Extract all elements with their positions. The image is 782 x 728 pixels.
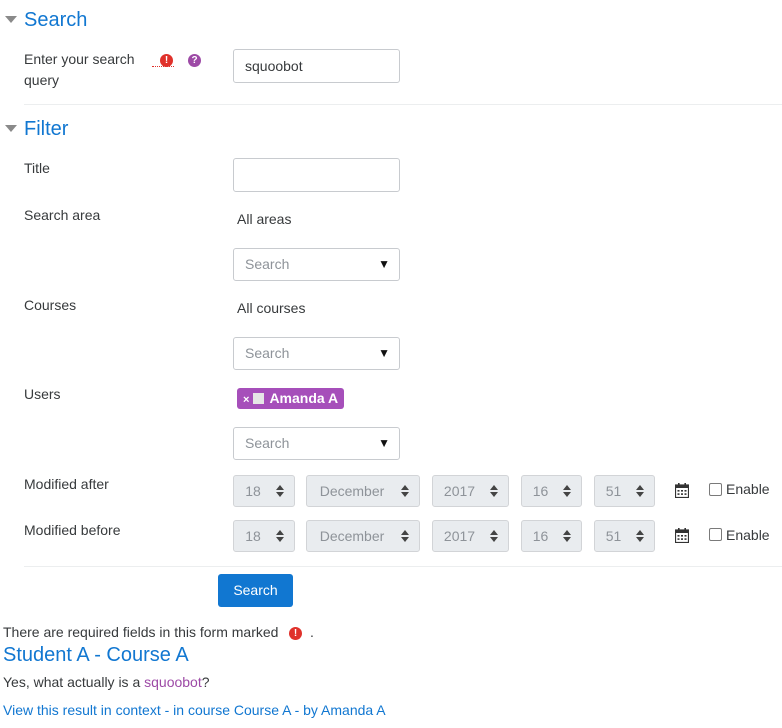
course-link[interactable]: in course Course A [173,702,291,718]
select-value: 16 [532,528,549,544]
search-query-input[interactable]: squoobot [233,49,400,83]
search-section-toggle-icon[interactable] [5,16,17,23]
user-chip-label: Amanda A [269,390,339,406]
result-links: View this result in context - in course … [3,700,386,721]
link-separator: - [290,702,304,718]
select-arrows-icon [490,483,498,499]
users-search-select[interactable]: Search ▼ [233,427,400,460]
calendar-icon[interactable] [675,528,689,543]
search-query-label: Enter your search query [24,51,135,88]
dropdown-arrow-icon[interactable]: ▼ [378,249,390,280]
modified-before-minute-select[interactable]: 51 [594,520,655,552]
modified-after-label: Modified after [24,476,109,492]
select-value: 51 [605,528,622,544]
modified-after-minute-select[interactable]: 51 [594,475,655,507]
modified-before-label: Modified before [24,522,121,538]
select-value: 16 [532,483,549,499]
select-arrows-icon [401,483,409,499]
modified-before-year-select[interactable]: 2017 [432,520,509,552]
select-arrows-icon [276,483,284,499]
remove-chip-icon[interactable]: × [243,394,249,406]
search-area-label: Search area [24,207,101,223]
result-title-link[interactable]: Student A - Course A [3,643,189,667]
select-value: 2017 [443,528,476,544]
required-note-text: There are required fields in this form m… [3,624,279,640]
courses-placeholder: Search [245,345,290,361]
select-arrows-icon [401,528,409,544]
select-value: 18 [245,528,261,544]
snippet-highlight: squoobot [144,674,202,690]
calendar-icon[interactable] [675,483,689,498]
required-icon: ! [289,627,302,640]
required-icon: ! [160,54,173,67]
select-arrows-icon [276,528,284,544]
courses-label: Courses [24,297,77,313]
modified-after-month-select[interactable]: December [306,475,420,507]
help-icon[interactable]: ? [188,54,201,67]
modified-before-hour-select[interactable]: 16 [521,520,582,552]
modified-before-enable-label[interactable]: Enable [726,525,770,546]
author-link[interactable]: by Amanda A [303,702,386,718]
dropdown-arrow-icon[interactable]: ▼ [378,338,390,369]
user-chip[interactable]: × Amanda A [237,388,345,409]
snippet-suffix: ? [201,674,210,690]
modified-after-enable-checkbox[interactable] [709,483,722,496]
select-value: 18 [245,483,261,499]
filter-section-title[interactable]: Filter [24,117,68,141]
modified-after-hour-select[interactable]: 16 [521,475,582,507]
select-value: 51 [605,483,622,499]
link-separator: - [160,702,174,718]
required-note-period: . [310,624,314,640]
modified-after-day-select[interactable]: 18 [233,475,295,507]
modified-after-year-select[interactable]: 2017 [432,475,509,507]
users-placeholder: Search [245,435,290,451]
search-section-title[interactable]: Search [24,8,87,32]
select-value: December [319,483,385,499]
filter-section-toggle-icon[interactable] [5,125,17,132]
select-value: December [319,528,385,544]
select-value: 2017 [443,483,476,499]
select-arrows-icon [490,528,498,544]
search-submit-button[interactable]: Search [218,574,293,607]
search-area-placeholder: Search [245,256,290,272]
select-arrows-icon [563,483,571,499]
courses-selected: All courses [237,300,306,316]
section-divider [24,104,782,105]
modified-before-day-select[interactable]: 18 [233,520,295,552]
select-arrows-icon [636,528,644,544]
modified-before-month-select[interactable]: December [306,520,420,552]
result-snippet: Yes, what actually is a squoobot? [3,672,210,693]
modified-after-enable-label[interactable]: Enable [726,479,770,500]
search-area-search-select[interactable]: Search ▼ [233,248,400,281]
user-avatar-icon [253,393,265,404]
modified-before-enable-checkbox[interactable] [709,528,722,541]
dropdown-arrow-icon[interactable]: ▼ [378,428,390,459]
select-arrows-icon [563,528,571,544]
courses-search-select[interactable]: Search ▼ [233,337,400,370]
title-label: Title [24,160,50,176]
snippet-prefix: Yes, what actually is a [3,674,145,690]
users-label: Users [24,386,61,402]
view-in-context-link[interactable]: View this result in context [3,702,161,718]
required-note: There are required fields in this form m… [3,622,278,643]
select-arrows-icon [636,483,644,499]
form-divider [24,566,782,567]
search-area-selected: All areas [237,211,292,227]
title-input[interactable] [233,158,400,192]
